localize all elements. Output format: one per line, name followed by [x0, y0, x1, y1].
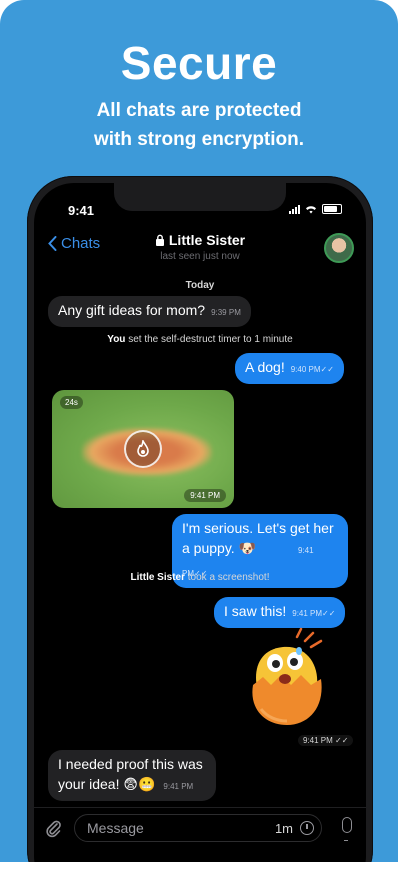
message-incoming-2[interactable]: I needed proof this was your idea! 😨😬 9:4…: [48, 750, 216, 801]
status-icons: [289, 204, 342, 214]
promo-subtitle: All chats are protected with strong encr…: [0, 96, 398, 154]
message-text-line-1: I'm serious. Let's get her: [182, 520, 334, 536]
system-message-timer: You set the self-destruct timer to 1 min…: [34, 334, 366, 345]
self-destruct-photo[interactable]: 24s 9:41 PM: [52, 390, 234, 508]
system-text: took a screenshot!: [184, 572, 270, 583]
message-composer: Message 1m: [34, 807, 366, 850]
flame-icon: [124, 430, 162, 468]
system-actor: Little Sister: [130, 572, 185, 583]
system-text: set the self-destruct timer to 1 minute: [125, 334, 293, 345]
message-time: 9:41 PM: [292, 609, 323, 618]
notch: [114, 183, 286, 211]
chat-title[interactable]: Little Sister: [34, 232, 366, 248]
contact-status: last seen just now: [160, 251, 240, 262]
system-actor: You: [107, 334, 126, 345]
chat-header: Chats Little Sister last seen just now: [34, 227, 366, 273]
promo-headline: Secure: [120, 37, 278, 89]
message-text: I saw this!: [224, 603, 287, 619]
message-outgoing-3[interactable]: I saw this! 9:41 PM✓✓: [214, 597, 346, 628]
message-text-line-1: I needed proof this was: [58, 756, 203, 772]
message-time: 9:39 PM: [211, 308, 241, 317]
promo-subline-2: with strong encryption.: [93, 129, 305, 150]
read-check-icon: ✓✓: [320, 365, 334, 374]
message-text-line-2: a puppy. 🐶: [182, 540, 256, 556]
message-placeholder: Message: [87, 820, 144, 836]
promo-card: Secure All chats are protected with stro…: [0, 0, 398, 862]
wifi-icon: [306, 205, 316, 213]
read-check-icon: ✓✓: [335, 736, 349, 745]
message-text-line-2: your idea! 😨😬: [58, 776, 156, 792]
message-input[interactable]: Message 1m: [74, 814, 322, 842]
photo-time: 9:41 PM: [184, 489, 226, 502]
promo-subline-1: All chats are protected: [96, 100, 302, 121]
sticker-time: 9:41 PM ✓✓: [298, 735, 354, 746]
battery-icon: [322, 204, 342, 214]
message-outgoing-1[interactable]: A dog! 9:40 PM✓✓: [235, 353, 344, 384]
microphone-icon[interactable]: [342, 817, 352, 841]
date-separator: Today: [185, 280, 215, 291]
phone-screen: 9:41 Chats Little Sister last seen just …: [34, 183, 366, 862]
message-incoming-1[interactable]: Any gift ideas for mom? 9:39 PM: [48, 296, 251, 327]
status-time: 9:41: [68, 203, 95, 218]
self-destruct-timer-value: 1m: [274, 821, 293, 836]
lock-icon: [155, 234, 164, 246]
signal-icon: [289, 204, 300, 214]
timer-icon[interactable]: [300, 821, 314, 835]
photo-timer-badge: 24s: [60, 396, 83, 409]
message-time: 9:40 PM: [290, 365, 321, 374]
message-text: Any gift ideas for mom?: [58, 302, 206, 318]
read-check-icon: ✓✓: [322, 609, 336, 618]
message-time: 9:41 PM: [163, 782, 194, 791]
sticker-time-text: 9:41 PM: [303, 736, 333, 745]
avatar[interactable]: [324, 233, 354, 263]
contact-name: Little Sister: [168, 232, 246, 248]
egg-sticker[interactable]: [239, 627, 335, 727]
attach-icon[interactable]: [46, 819, 62, 839]
phone-frame: 9:41 Chats Little Sister last seen just …: [27, 176, 373, 862]
message-text: A dog!: [245, 359, 285, 375]
system-message-screenshot: Little Sister took a screenshot!: [34, 572, 366, 583]
